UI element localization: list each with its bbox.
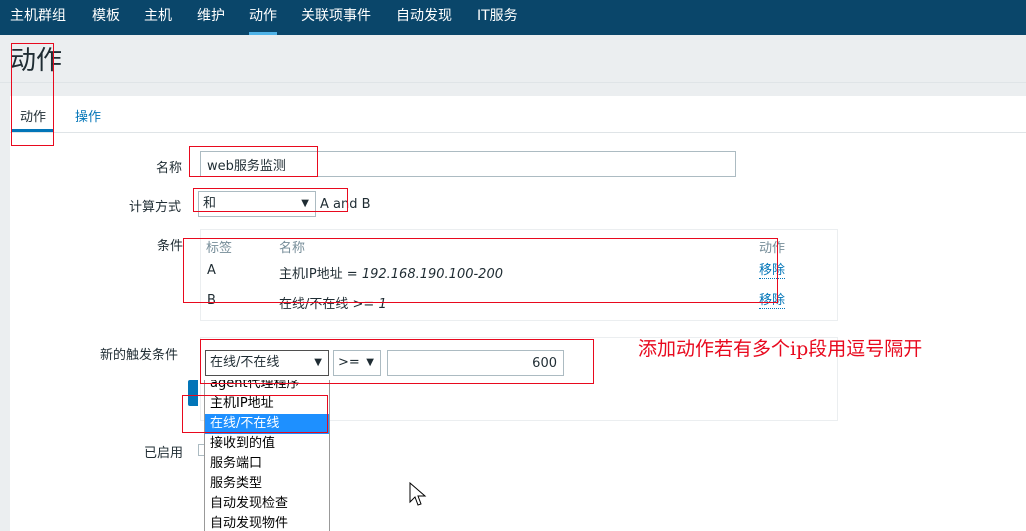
remove-link[interactable]: 移除 <box>759 263 786 279</box>
tab-action[interactable]: 动作 <box>12 106 55 132</box>
tab-operations[interactable]: 操作 <box>75 106 101 132</box>
calc-expression: A and B <box>320 197 371 212</box>
nav-item-it-services[interactable]: IT服务 <box>477 0 518 35</box>
condition-tag: A <box>207 263 216 278</box>
enabled-label: 已启用 <box>144 446 184 461</box>
column-header-action: 动作 <box>759 241 786 256</box>
nav-item-maintenance[interactable]: 维护 <box>197 0 225 35</box>
conditions-label: 条件 <box>157 239 184 254</box>
chevron-down-icon: ▼ <box>301 198 309 209</box>
dropdown-option[interactable]: 接收到的值 <box>205 434 329 454</box>
dropdown-option-selected[interactable]: 在线/不在线 <box>205 414 329 434</box>
dropdown-option[interactable]: 自动发现物件 <box>205 514 329 531</box>
annotation-note: 添加动作若有多个ip段用逗号隔开 <box>638 338 923 360</box>
dropdown-option[interactable]: agent代理程序 <box>205 380 329 394</box>
page-title: 动作 <box>10 46 63 76</box>
tabs-bar: 动作 操作 <box>10 96 1026 133</box>
operator-select[interactable]: >= ▼ <box>333 350 381 376</box>
calc-type-select[interactable]: 和 ▼ <box>198 191 316 217</box>
title-divider <box>0 82 1026 83</box>
dropdown-option[interactable]: 服务端口 <box>205 454 329 474</box>
name-label: 名称 <box>156 161 183 176</box>
condition-name: 在线/不在线 >= 1 <box>279 297 387 312</box>
nav-item-templates[interactable]: 模板 <box>92 0 120 35</box>
top-navigation: 主机群组 模板 主机 维护 动作 关联项事件 自动发现 IT服务 <box>0 0 1026 35</box>
nav-item-host-groups[interactable]: 主机群组 <box>10 0 66 35</box>
nav-item-correlation[interactable]: 关联项事件 <box>301 0 371 35</box>
operator-value: >= <box>338 355 360 370</box>
condition-name: 主机IP地址 = 192.168.190.100-200 <box>279 267 503 282</box>
column-header-label: 标签 <box>206 241 233 256</box>
chevron-down-icon: ▼ <box>366 357 374 368</box>
mouse-cursor-icon <box>409 482 427 506</box>
condition-value-input[interactable] <box>387 350 564 376</box>
chevron-down-icon: ▼ <box>314 357 322 368</box>
remove-link[interactable]: 移除 <box>759 293 786 309</box>
condition-tag: B <box>207 293 216 308</box>
dropdown-option[interactable]: 主机IP地址 <box>205 394 329 414</box>
conditions-table: 标签 名称 动作 A 主机IP地址 = 192.168.190.100-200 … <box>200 229 838 321</box>
dropdown-option[interactable]: 服务类型 <box>205 474 329 494</box>
action-form-panel: 动作 操作 名称 计算方式 和 ▼ A and B 条件 标签 名称 动作 A … <box>10 96 1026 531</box>
name-input[interactable] <box>200 151 736 177</box>
nav-item-actions[interactable]: 动作 <box>249 0 277 35</box>
condition-type-value: 在线/不在线 <box>210 355 280 370</box>
new-condition-label: 新的触发条件 <box>100 348 179 363</box>
nav-item-discovery[interactable]: 自动发现 <box>396 0 452 35</box>
column-header-name: 名称 <box>279 241 306 256</box>
condition-type-select[interactable]: 在线/不在线 ▼ <box>205 350 329 376</box>
dropdown-option[interactable]: 自动发现检查 <box>205 494 329 514</box>
calc-type-value: 和 <box>203 196 217 211</box>
add-button[interactable] <box>188 380 198 406</box>
condition-type-dropdown[interactable]: agent代理程序 主机IP地址 在线/不在线 接收到的值 服务端口 服务类型 … <box>204 380 330 531</box>
nav-item-hosts[interactable]: 主机 <box>144 0 172 35</box>
calc-type-label: 计算方式 <box>129 200 182 215</box>
